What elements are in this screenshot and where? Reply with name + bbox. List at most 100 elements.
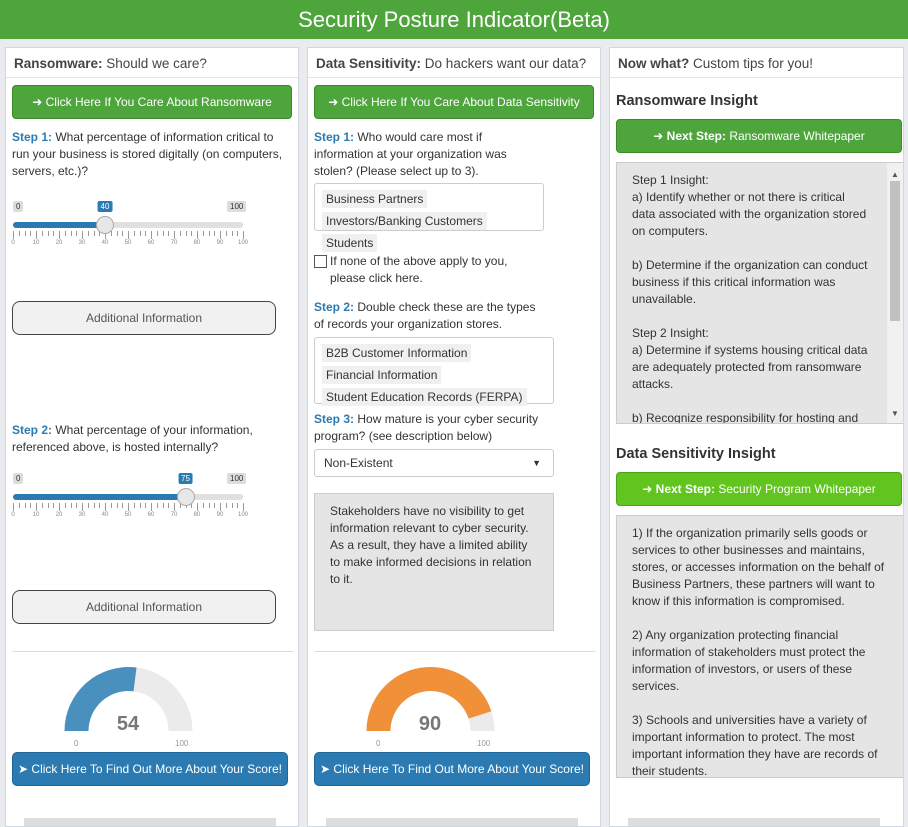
slider-tick xyxy=(13,231,14,239)
slider-tick xyxy=(105,503,106,511)
none-apply-checkbox[interactable] xyxy=(314,255,327,268)
slider-tick-label: 40 xyxy=(101,512,109,518)
scrollbar-thumb[interactable] xyxy=(890,181,900,321)
slider-tick-label: 70 xyxy=(170,512,178,518)
slider-tick xyxy=(231,503,233,508)
maturity-select[interactable]: Non-Existent ▼ xyxy=(314,449,554,477)
slider-tick xyxy=(87,231,89,236)
selected-tag[interactable]: B2B Customer Information xyxy=(322,344,472,362)
selected-tag[interactable]: Students xyxy=(322,234,378,252)
ransomware-whitepaper-button[interactable]: ➜ Next Step: Ransomware Whitepaper xyxy=(616,119,902,153)
slider-tick xyxy=(18,231,20,236)
sign-in-icon: ➜ xyxy=(653,129,664,143)
maturity-description: Stakeholders have no visibility to get i… xyxy=(314,493,554,631)
slider-tick xyxy=(47,503,49,508)
paper-plane-icon: ➤ xyxy=(18,762,29,776)
gauge-value: 90 xyxy=(418,713,442,735)
slider-tick xyxy=(110,503,112,508)
slider-min-label: 0 xyxy=(13,473,24,484)
slider-tick xyxy=(64,231,66,236)
slider-tick xyxy=(64,503,66,508)
ransomware-step1-question: Step 1: What percentage of information c… xyxy=(12,130,283,178)
slider-tick-label: 60 xyxy=(147,512,155,518)
slider-handle[interactable] xyxy=(96,216,114,234)
slider-tick xyxy=(214,503,216,508)
slider-tick xyxy=(202,231,204,236)
slider-tick xyxy=(214,231,216,236)
slider-tick xyxy=(225,503,227,508)
record-types-multiselect[interactable]: B2B Customer Information Financial Infor… xyxy=(314,337,554,406)
slider-handle[interactable] xyxy=(176,488,195,506)
slider-tick-label: 70 xyxy=(170,240,178,246)
slider-tick xyxy=(53,231,55,236)
slider-tick xyxy=(122,231,124,236)
gauge-min-label: 0 xyxy=(74,739,79,748)
care-ransomware-button[interactable]: ➜ Click Here If You Care About Ransomwar… xyxy=(12,85,292,119)
gauge-max-label: 100 xyxy=(477,739,491,748)
horizontal-scrollbar[interactable] xyxy=(326,818,578,826)
insight-line xyxy=(632,610,889,627)
ransomware-panel: Ransomware: Should we care? ➜ Click Here… xyxy=(5,47,299,827)
slider-tick xyxy=(191,231,193,236)
slider-tick xyxy=(237,503,239,508)
data-step3-question: Step 3: How mature is your cyber securit… xyxy=(314,412,539,443)
slider-tick-label: 0 xyxy=(11,240,15,246)
slider-value-label: 75 xyxy=(178,473,193,484)
insight-line: a) Identify whether or not there is crit… xyxy=(632,190,867,238)
slider-tick xyxy=(82,231,83,239)
slider-tick xyxy=(53,503,55,508)
slider-tick xyxy=(220,503,221,511)
slider-tick xyxy=(151,503,152,511)
slider-tick-label: 40 xyxy=(101,240,109,246)
horizontal-scrollbar[interactable] xyxy=(628,818,880,826)
slider-tick xyxy=(174,231,175,239)
slider-tick-label: 80 xyxy=(193,512,201,518)
slider-tick xyxy=(41,231,43,236)
slider-tick-label: 10 xyxy=(32,240,40,246)
selected-tag[interactable]: Business Partners xyxy=(322,190,428,208)
insight-line xyxy=(632,240,869,257)
slider-tick xyxy=(59,503,60,511)
slider-tick xyxy=(202,503,204,508)
hosted-internally-slider[interactable]: 0 100 75 0 10 20 30 40 50 60 70 80 90 100 xyxy=(11,473,248,521)
slider-tick xyxy=(93,503,95,508)
selected-tag[interactable]: Student Education Records (FERPA) xyxy=(322,388,527,406)
gauge-svg xyxy=(366,667,495,731)
slider-tick xyxy=(59,231,60,239)
ransomware-panel-header: Ransomware: Should we care? xyxy=(6,48,298,78)
data-insight-box: 1) If the organization primarily sells g… xyxy=(616,515,903,778)
slider-tick xyxy=(185,231,187,236)
insight-line: Step 1 Insight: xyxy=(632,173,709,187)
data-score-button[interactable]: ➤ Click Here To Find Out More About Your… xyxy=(314,752,590,786)
selected-tag[interactable]: Financial Information xyxy=(322,366,442,384)
additional-info-button-1[interactable]: Additional Information xyxy=(12,301,276,335)
ransomware-insight-box[interactable]: Step 1 Insight: a) Identify whether or no… xyxy=(616,162,903,424)
stakeholder-multiselect[interactable]: Business Partners Investors/Banking Cust… xyxy=(314,183,544,252)
data-insight-text: 1) If the organization primarily sells g… xyxy=(617,516,903,778)
care-data-sensitivity-button[interactable]: ➜ Click Here If You Care About Data Sens… xyxy=(314,85,594,119)
slider-tick-label: 50 xyxy=(124,240,132,246)
ransomware-step2-question: Step 2: What percentage of your informat… xyxy=(12,423,253,454)
scroll-down-icon[interactable]: ▼ xyxy=(891,405,899,422)
additional-info-button-2[interactable]: Additional Information xyxy=(12,590,276,624)
insight-line: 3) Schools and universities have a varie… xyxy=(632,713,878,778)
security-whitepaper-button[interactable]: ➜ Next Step: Security Program Whitepaper xyxy=(616,472,902,506)
slider-tick xyxy=(87,503,89,508)
slider-tick-label: 30 xyxy=(78,512,86,518)
slider-tick xyxy=(231,231,233,236)
slider-tick xyxy=(145,503,147,508)
slider-tick xyxy=(24,231,26,236)
horizontal-scrollbar[interactable] xyxy=(24,818,276,826)
slider-tick xyxy=(208,231,210,236)
slider-max-label: 100 xyxy=(227,473,247,484)
slider-tick-label: 80 xyxy=(193,240,201,246)
slider-tick xyxy=(70,503,72,508)
vertical-scrollbar[interactable]: ▲ ▼ xyxy=(887,163,903,423)
ransomware-score-button[interactable]: ➤ Click Here To Find Out More About Your… xyxy=(12,752,288,786)
stored-digitally-slider[interactable]: 0 100 40 0 10 20 30 40 50 60 70 80 90 100 xyxy=(11,201,248,249)
divider xyxy=(314,651,596,652)
slider-tick xyxy=(197,503,198,511)
selected-tag[interactable]: Investors/Banking Customers xyxy=(322,212,487,230)
caret-down-icon: ▼ xyxy=(532,458,541,468)
slider-tick xyxy=(139,231,141,236)
